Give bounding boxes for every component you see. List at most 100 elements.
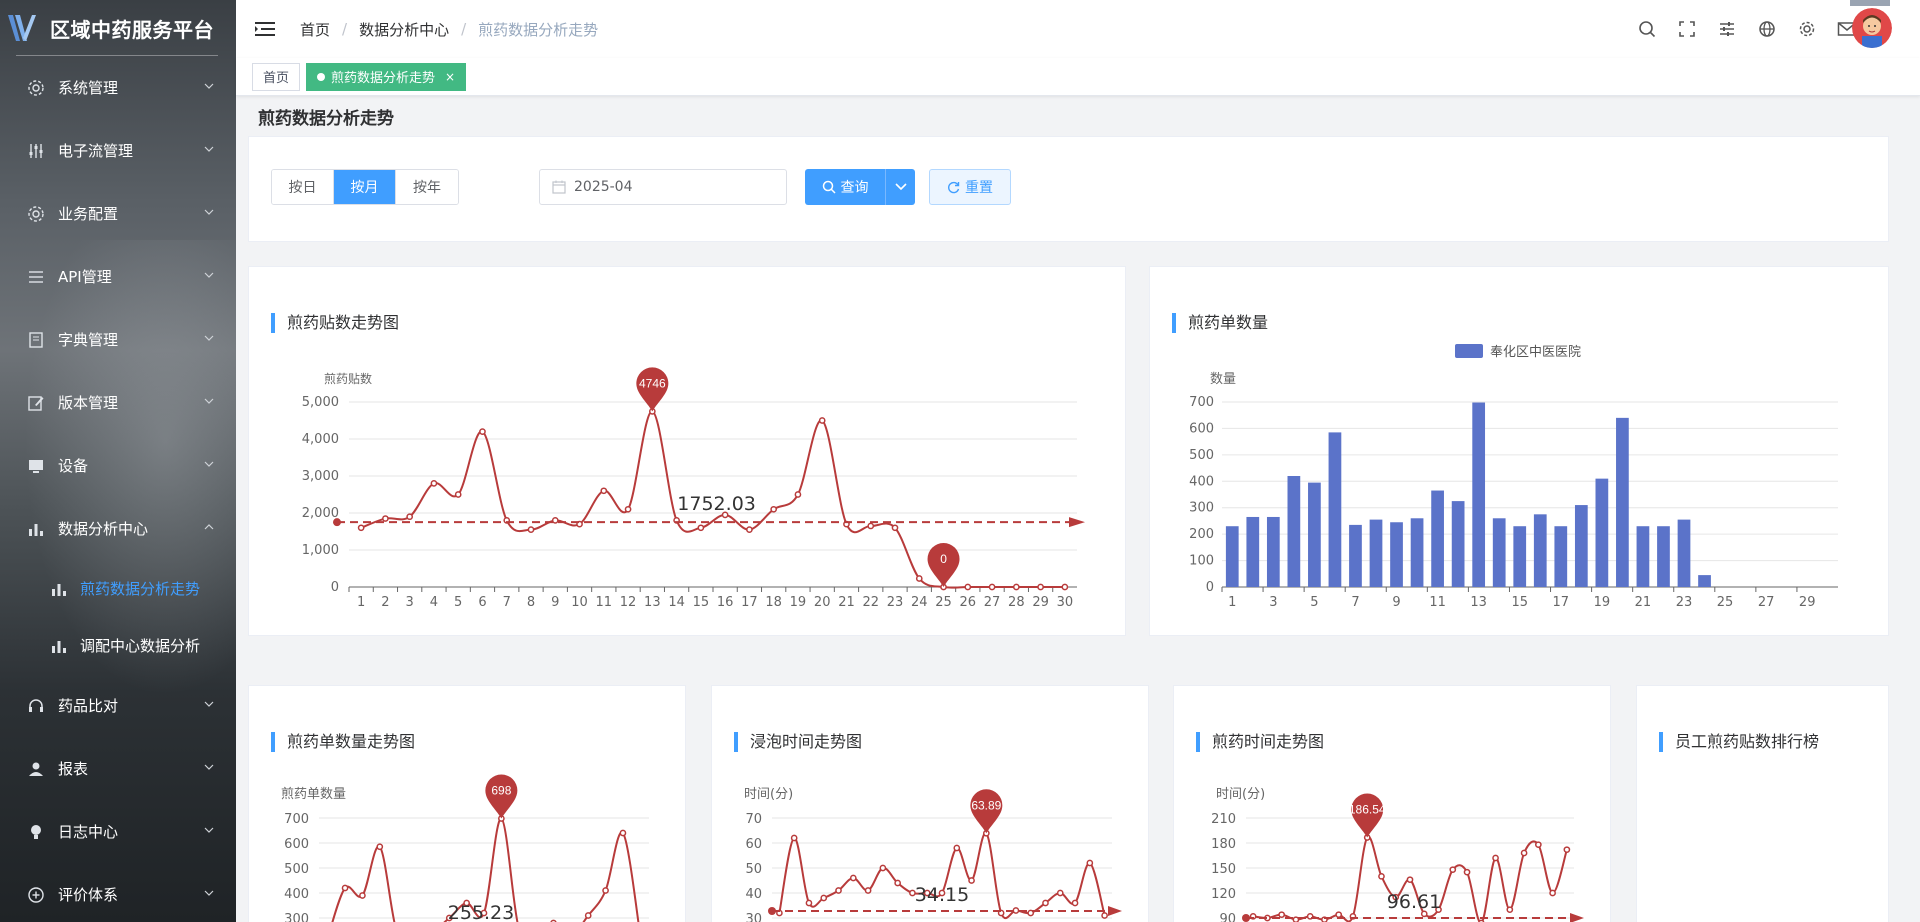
sidebar-item-items-5[interactable]: 版本管理 — [0, 371, 236, 434]
edit-icon — [26, 393, 46, 413]
sidebar-item-items-7[interactable]: 数据分析中心 — [0, 497, 236, 560]
y-tick-label: 0 — [331, 580, 339, 595]
x-tick-label: 3 — [1269, 595, 1277, 610]
sidebar-item-label: 设备 — [58, 457, 89, 475]
average-label: 255.23 — [448, 902, 514, 922]
sidebar-item-items-4[interactable]: 字典管理 — [0, 308, 236, 371]
chevron-down-icon — [204, 83, 214, 89]
x-tick-label: 27 — [984, 595, 1001, 610]
average-label: 1752.03 — [677, 493, 756, 515]
globe-icon[interactable] — [1756, 18, 1778, 40]
data-point — [805, 899, 813, 907]
close-icon[interactable]: × — [445, 70, 455, 84]
x-tick-label: 1 — [357, 595, 365, 610]
x-tick-label: 11 — [1429, 595, 1446, 610]
page-title: 煎药数据分析走势 — [258, 109, 394, 129]
average-label: 34.15 — [915, 884, 969, 906]
sidebar-item-items-2[interactable]: 业务配置 — [0, 182, 236, 245]
chevron-down-icon — [204, 335, 214, 341]
search-icon[interactable] — [1636, 18, 1658, 40]
data-point — [1506, 906, 1514, 914]
data-point — [1563, 846, 1571, 854]
x-tick-label: 29 — [1032, 595, 1049, 610]
data-point — [864, 887, 872, 894]
bar — [1595, 478, 1609, 587]
y-axis-title: 时间(分) — [1216, 787, 1265, 802]
sidebar-subitem-label: 调配中心数据分析 — [80, 637, 201, 655]
x-tick-label: 27 — [1758, 595, 1775, 610]
sidebar-subitem-1[interactable]: 调配中心数据分析 — [0, 617, 236, 674]
ranking-card: 员工煎药贴数排行榜 — [1636, 685, 1889, 922]
sidebar-item-items-1[interactable]: 电子流管理 — [0, 119, 236, 182]
bulb-icon — [26, 822, 46, 842]
chevron-down-icon — [204, 890, 214, 896]
sidebar-subitem-0[interactable]: 煎药数据分析走势 — [0, 560, 236, 617]
sidebar-item-items2-0[interactable]: 药品比对 — [0, 674, 236, 737]
breadcrumb-data-center[interactable]: 数据分析中心 — [359, 19, 449, 40]
brand-title: 区域中药服务平台 — [50, 17, 214, 42]
x-tick-label: 17 — [741, 595, 758, 610]
query-dropdown-button[interactable] — [885, 169, 915, 205]
x-tick-label: 26 — [960, 595, 977, 610]
tag-decoct-trend[interactable]: 煎药数据分析走势 × — [306, 62, 467, 91]
x-tick-label: 24 — [911, 595, 928, 610]
bar — [1225, 526, 1239, 587]
calendar-icon — [552, 180, 566, 194]
sidebar-menu: 系统管理 电子流管理 业务配置 API管理字典管理 版本管理设备数据分析中心 煎药数据分析… — [0, 56, 236, 922]
data-point — [1463, 868, 1471, 876]
bar-chart-icon — [50, 580, 68, 598]
reset-button[interactable]: 重置 — [929, 169, 1011, 205]
sidebar-item-items-3[interactable]: API管理 — [0, 245, 236, 308]
x-tick-label: 13 — [644, 595, 661, 610]
y-tick-label: 60 — [745, 837, 762, 852]
mode-day-button[interactable]: 按日 — [272, 170, 334, 204]
data-point — [1335, 911, 1343, 919]
fullscreen-icon[interactable] — [1676, 18, 1698, 40]
month-picker-input[interactable]: 2025-04 — [539, 169, 787, 205]
data-point — [584, 912, 592, 919]
breadcrumb-home[interactable]: 首页 — [300, 19, 330, 40]
average-arrow — [1570, 913, 1584, 922]
data-point — [406, 513, 414, 521]
y-axis-title: 时间(分) — [744, 787, 793, 802]
gear-icon[interactable] — [1796, 18, 1818, 40]
mode-switch: 按日 按月 按年 — [271, 169, 459, 205]
sidebar-item-label: 报表 — [58, 760, 89, 778]
x-tick-label: 15 — [693, 595, 710, 610]
sidebar-item-label: API管理 — [58, 268, 112, 286]
x-tick-label: 6 — [478, 595, 486, 610]
sidebar-item-items2-1[interactable]: 报表 — [0, 737, 236, 800]
data-point — [891, 524, 899, 532]
sidebar-item-items2-3[interactable]: 评价体系 — [0, 863, 236, 922]
y-tick-label: 300 — [284, 912, 309, 922]
tags-view: 首页 煎药数据分析走势 × — [236, 58, 1920, 96]
avatar[interactable] — [1852, 8, 1892, 48]
menu-toggle-icon[interactable] — [254, 18, 276, 40]
sidebar-item-label: 日志中心 — [58, 823, 119, 841]
sidebar-item-items-6[interactable]: 设备 — [0, 434, 236, 497]
data-point — [968, 877, 975, 884]
query-button[interactable]: 查询 — [805, 169, 885, 205]
x-tick-label: 8 — [527, 595, 535, 610]
data-point — [341, 884, 349, 892]
settings-sliders-icon[interactable] — [1716, 18, 1738, 40]
max-markpoint: 186.54 — [1349, 793, 1386, 838]
sidebar-item-items2-2[interactable]: 日志中心 — [0, 800, 236, 863]
tag-home[interactable]: 首页 — [252, 62, 301, 91]
chevron-down-icon — [204, 827, 214, 833]
bar — [1657, 526, 1670, 587]
data-point — [1071, 899, 1079, 907]
bar — [1431, 490, 1444, 587]
data-point — [988, 583, 996, 591]
bar — [1472, 402, 1486, 587]
sidebar-item-items-0[interactable]: 系统管理 — [0, 56, 236, 119]
mode-month-button[interactable]: 按月 — [334, 170, 396, 204]
mode-year-button[interactable]: 按年 — [396, 170, 458, 204]
chevron-down-icon — [204, 461, 214, 467]
data-point — [790, 834, 798, 842]
max-markpoint: 4746 — [636, 367, 669, 412]
order-count-card: 煎药单数量 奉化区中医医院 数量 0 100 200 300 400 500 600 700 1 3 5… — [1149, 266, 1889, 636]
y-tick-label: 120 — [1211, 887, 1236, 902]
x-tick-label: 16 — [717, 595, 734, 610]
chevron-down-icon — [204, 272, 214, 278]
